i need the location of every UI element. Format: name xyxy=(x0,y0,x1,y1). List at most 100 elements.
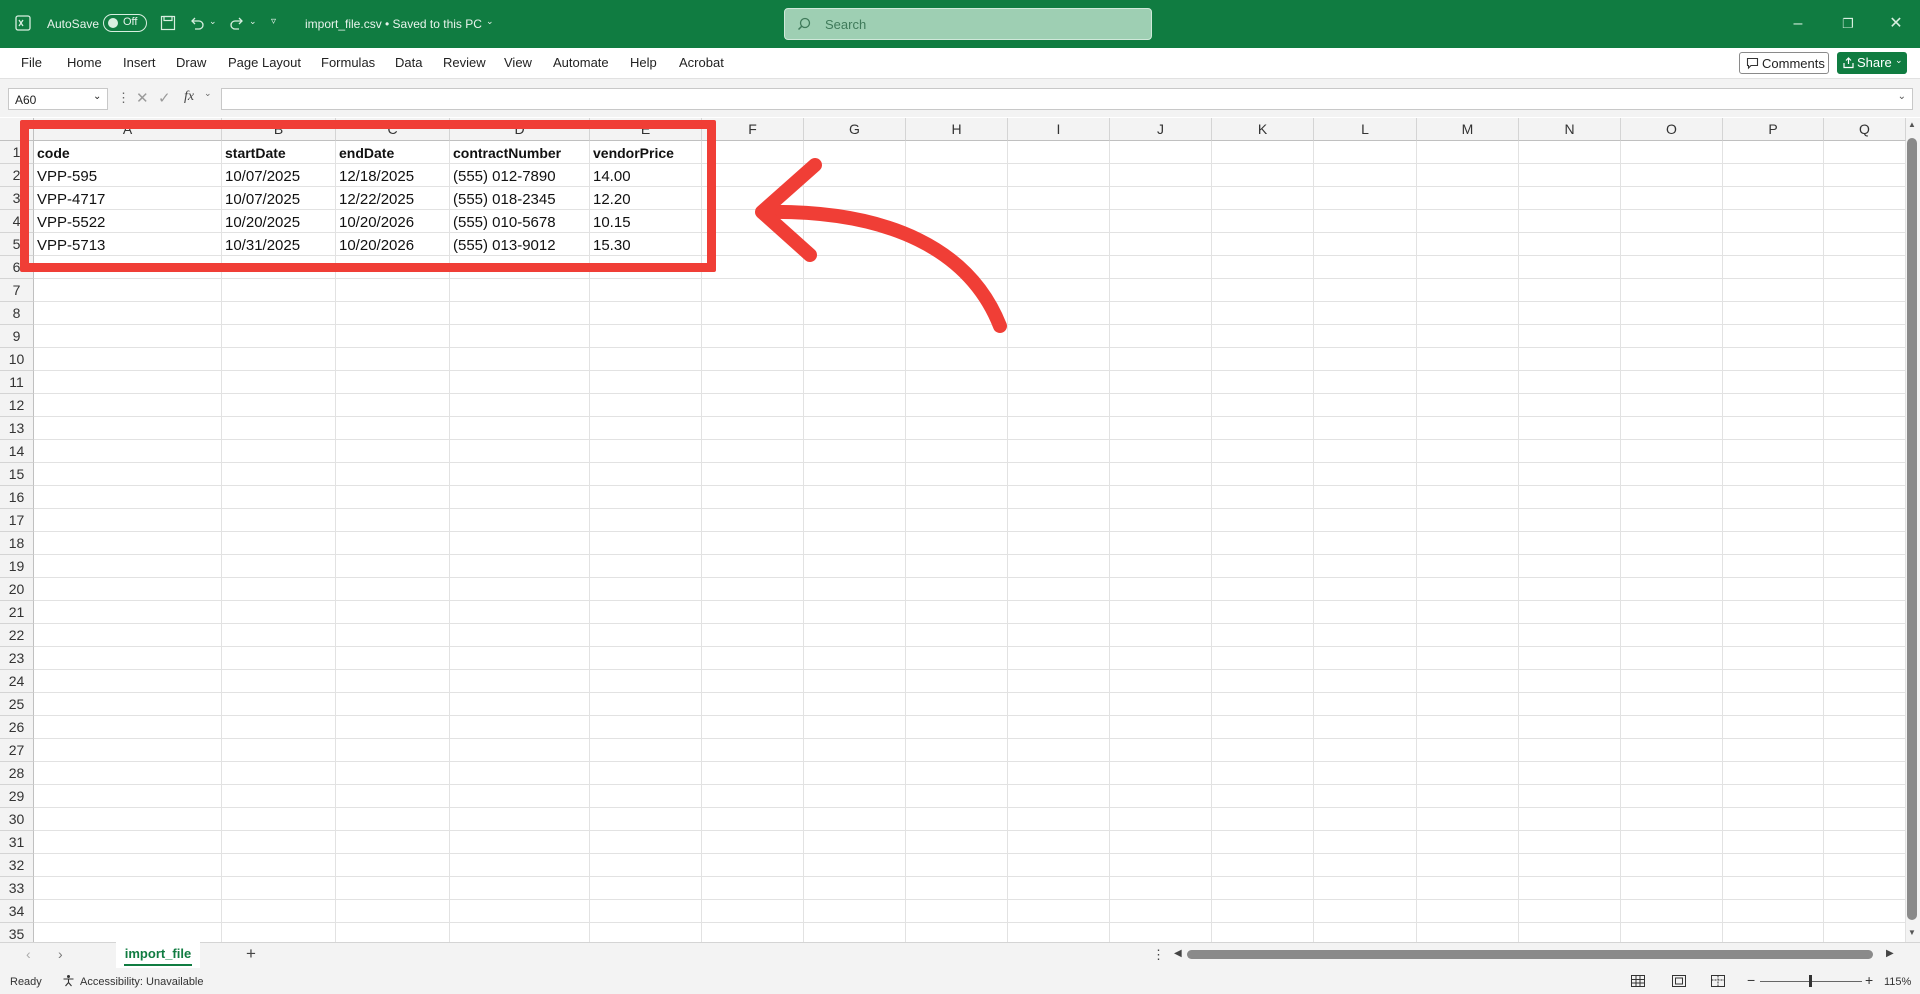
column-header-m[interactable]: M xyxy=(1417,118,1519,141)
row-header-31[interactable]: 31 xyxy=(0,831,34,854)
tab-draw[interactable]: Draw xyxy=(176,55,206,70)
previous-sheet-icon[interactable]: ‹ xyxy=(26,946,31,962)
tab-help[interactable]: Help xyxy=(630,55,657,70)
undo-dropdown-icon[interactable]: ⌄ xyxy=(209,16,217,27)
row-header-18[interactable]: 18 xyxy=(0,532,34,555)
tab-data[interactable]: Data xyxy=(395,55,422,70)
page-break-preview-icon[interactable] xyxy=(1711,975,1725,987)
expand-formula-bar-icon[interactable]: ⌄ xyxy=(1898,91,1906,102)
row-header-32[interactable]: 32 xyxy=(0,854,34,877)
autosave-toggle[interactable]: Off xyxy=(103,14,147,32)
column-header-n[interactable]: N xyxy=(1519,118,1621,141)
row-header-19[interactable]: 19 xyxy=(0,555,34,578)
search-box[interactable]: Search xyxy=(784,8,1152,40)
name-box[interactable]: A60 ⌄ xyxy=(8,88,108,110)
scroll-up-icon[interactable]: ▲ xyxy=(1908,120,1916,129)
zoom-slider-thumb[interactable] xyxy=(1809,975,1812,987)
confirm-entry-icon[interactable]: ✓ xyxy=(158,89,171,107)
row-header-13[interactable]: 13 xyxy=(0,417,34,440)
column-header-l[interactable]: L xyxy=(1314,118,1417,141)
close-button[interactable]: ✕ xyxy=(1873,0,1919,48)
name-box-chevron-icon[interactable]: ⌄ xyxy=(93,91,101,102)
more-options-icon[interactable]: ⋮ xyxy=(117,90,130,106)
formula-input[interactable]: ⌄ xyxy=(221,88,1913,110)
scroll-right-icon[interactable]: ▶ xyxy=(1886,948,1894,959)
scroll-left-icon[interactable]: ◀ xyxy=(1174,948,1182,959)
add-sheet-icon[interactable]: + xyxy=(246,944,256,964)
scroll-down-icon[interactable]: ▼ xyxy=(1908,928,1916,937)
row-header-11[interactable]: 11 xyxy=(0,371,34,394)
row-header-20[interactable]: 20 xyxy=(0,578,34,601)
tab-view[interactable]: View xyxy=(504,55,532,70)
tab-review[interactable]: Review xyxy=(443,55,486,70)
gridline-vertical xyxy=(1620,141,1621,942)
row-header-27[interactable]: 27 xyxy=(0,739,34,762)
row-header-17[interactable]: 17 xyxy=(0,509,34,532)
column-header-f[interactable]: F xyxy=(702,118,804,141)
row-header-12[interactable]: 12 xyxy=(0,394,34,417)
column-header-q[interactable]: Q xyxy=(1824,118,1906,141)
gridline-vertical xyxy=(1313,141,1314,942)
minimize-button[interactable]: – xyxy=(1775,0,1821,48)
column-header-i[interactable]: I xyxy=(1008,118,1110,141)
insert-function-icon[interactable]: fx xyxy=(184,89,194,105)
row-header-23[interactable]: 23 xyxy=(0,647,34,670)
row-header-9[interactable]: 9 xyxy=(0,325,34,348)
tab-automate[interactable]: Automate xyxy=(553,55,609,70)
row-header-28[interactable]: 28 xyxy=(0,762,34,785)
redo-dropdown-icon[interactable]: ⌄ xyxy=(249,16,257,27)
restore-button[interactable]: ❐ xyxy=(1825,0,1871,48)
share-button[interactable]: Share ⌄ xyxy=(1837,52,1907,74)
column-header-o[interactable]: O xyxy=(1621,118,1723,141)
normal-view-icon[interactable] xyxy=(1631,975,1645,987)
zoom-out-icon[interactable]: − xyxy=(1747,972,1755,988)
column-header-g[interactable]: G xyxy=(804,118,906,141)
row-header-15[interactable]: 15 xyxy=(0,463,34,486)
row-header-21[interactable]: 21 xyxy=(0,601,34,624)
column-header-h[interactable]: H xyxy=(906,118,1008,141)
row-header-26[interactable]: 26 xyxy=(0,716,34,739)
tab-formulas[interactable]: Formulas xyxy=(321,55,375,70)
vertical-scroll-thumb[interactable] xyxy=(1907,138,1917,920)
column-header-j[interactable]: J xyxy=(1110,118,1212,141)
row-header-8[interactable]: 8 xyxy=(0,302,34,325)
row-header-22[interactable]: 22 xyxy=(0,624,34,647)
tab-acrobat[interactable]: Acrobat xyxy=(679,55,724,70)
row-header-7[interactable]: 7 xyxy=(0,279,34,302)
page-layout-view-icon[interactable] xyxy=(1672,975,1686,987)
undo-icon[interactable] xyxy=(189,15,205,31)
row-header-30[interactable]: 30 xyxy=(0,808,34,831)
row-header-14[interactable]: 14 xyxy=(0,440,34,463)
column-header-k[interactable]: K xyxy=(1212,118,1314,141)
tab-split-handle-icon[interactable]: ⋮ xyxy=(1152,947,1165,963)
tab-home[interactable]: Home xyxy=(67,55,102,70)
sheet-tab-import-file[interactable]: import_file xyxy=(116,942,200,968)
row-header-33[interactable]: 33 xyxy=(0,877,34,900)
file-title[interactable]: import_file.csv • Saved to this PC xyxy=(305,17,482,31)
tab-file[interactable]: File xyxy=(21,55,42,70)
zoom-in-icon[interactable]: + xyxy=(1865,972,1873,988)
comments-button[interactable]: Comments xyxy=(1739,52,1829,74)
gridline-horizontal xyxy=(34,370,1906,371)
zoom-level[interactable]: 115% xyxy=(1884,976,1911,988)
row-header-10[interactable]: 10 xyxy=(0,348,34,371)
row-header-25[interactable]: 25 xyxy=(0,693,34,716)
accessibility-status[interactable]: Accessibility: Unavailable xyxy=(80,976,204,988)
function-chevron-icon[interactable]: ⌄ xyxy=(204,88,212,99)
row-header-16[interactable]: 16 xyxy=(0,486,34,509)
column-header-p[interactable]: P xyxy=(1723,118,1824,141)
tab-insert[interactable]: Insert xyxy=(123,55,156,70)
row-header-24[interactable]: 24 xyxy=(0,670,34,693)
next-sheet-icon[interactable]: › xyxy=(58,946,63,962)
file-title-chevron-icon[interactable]: ⌄ xyxy=(486,16,494,27)
horizontal-scroll-thumb[interactable] xyxy=(1187,950,1873,959)
gridline-horizontal xyxy=(34,715,1906,716)
tab-page-layout[interactable]: Page Layout xyxy=(228,55,301,70)
cancel-entry-icon[interactable]: ✕ xyxy=(136,89,149,107)
save-icon[interactable] xyxy=(160,15,176,31)
row-header-34[interactable]: 34 xyxy=(0,900,34,923)
redo-icon[interactable] xyxy=(229,15,245,31)
customize-toolbar-icon[interactable]: ▿ xyxy=(271,16,276,27)
excel-app-icon xyxy=(15,15,31,31)
row-header-29[interactable]: 29 xyxy=(0,785,34,808)
